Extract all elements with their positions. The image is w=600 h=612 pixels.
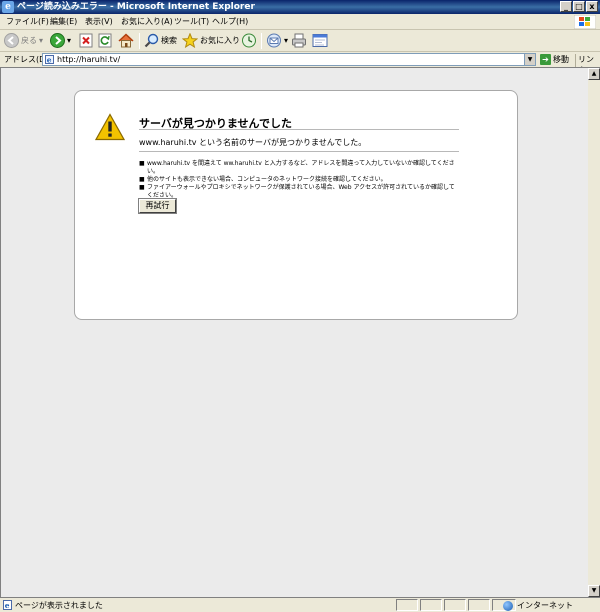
warning-triangle-icon [95,113,125,141]
svg-text:e: e [5,601,10,610]
close-button[interactable]: x [586,1,598,12]
forward-dropdown-icon[interactable]: ▾ [67,36,71,45]
bullet: ■ [139,184,145,191]
mail-button[interactable]: ▾ [266,33,288,48]
list-item: ■ 他のサイトも表示できない場合、コンピュータのネットワーク接続を確認してくださ… [139,176,459,184]
search-icon [144,33,159,48]
stop-icon [79,33,93,48]
list-item: ■ ファイアーウォールやプロキシでネットワークが保護されている場合、Web アク… [139,184,459,200]
minimize-button[interactable]: _ [560,1,572,12]
status-pane [396,599,418,611]
status-bar: e ページが表示されました インターネット [0,597,600,612]
list-item: ■ www.haruhi.tv を間違えて ww.haruhi.tv と入力する… [139,160,459,176]
page-viewport: サーバが見つかりませんでした www.haruhi.tv という名前のサーバが見… [0,67,588,597]
mail-icon [267,33,281,48]
forward-arrow-icon [50,33,65,48]
status-pane [468,599,490,611]
menu-view[interactable]: 表示(V) [85,17,113,27]
mail-dropdown-icon[interactable]: ▾ [284,36,288,45]
menu-file[interactable]: ファイル(F) [6,17,49,27]
address-input[interactable]: e http://haruhi.tv/ ▼ [42,53,536,66]
troubleshooting-list: ■ www.haruhi.tv を間違えて ww.haruhi.tv と入力する… [139,160,459,200]
favorites-button[interactable]: お気に入り [182,33,240,48]
status-pane [420,599,442,611]
back-label: 戻る [21,36,37,45]
refresh-icon [98,33,112,48]
menu-edit[interactable]: 編集(E) [50,17,77,27]
toolbar: 戻る ▾ ▾ 検索 お気に入り ▾ [0,30,600,52]
ie-logo-icon: e [2,1,14,13]
menu-favorites[interactable]: お気に入り(A) [121,17,173,27]
maximize-button[interactable]: □ [573,1,585,12]
go-button[interactable]: ➔ 移動 [540,54,569,65]
page-done-icon: e [3,600,12,610]
page-icon: e [45,55,54,64]
history-icon [242,33,256,48]
print-button[interactable] [291,33,307,48]
go-label: 移動 [553,55,569,64]
stop-button[interactable] [79,33,93,48]
menu-help[interactable]: ヘルプ(H) [212,17,248,27]
edit-button[interactable] [312,33,328,48]
bullet: ■ [139,176,145,183]
status-text: ページが表示されました [15,601,103,610]
error-panel: サーバが見つかりませんでした www.haruhi.tv という名前のサーバが見… [74,90,518,320]
back-button[interactable]: 戻る ▾ [4,33,43,48]
go-arrow-icon: ➔ [540,54,551,65]
status-pane [444,599,466,611]
bullet: ■ [139,160,145,167]
title-bar: e ページ読み込みエラー - Microsoft Internet Explor… [0,0,600,14]
menu-tools[interactable]: ツール(T) [174,17,209,27]
divider [139,129,459,130]
toolbar-separator [261,33,262,49]
address-dropdown-icon[interactable]: ▼ [524,54,535,65]
home-button[interactable] [118,33,134,48]
vertical-scrollbar[interactable]: ▲ ▼ [588,67,600,597]
divider [139,151,459,152]
search-button[interactable]: 検索 [144,33,177,48]
internet-globe-icon [503,600,513,611]
favorites-star-icon [182,33,198,48]
menu-bar: ファイル(F) 編集(E) 表示(V) お気に入り(A) ツール(T) ヘルプ(… [0,14,600,30]
tip-text: ファイアーウォールやプロキシでネットワークが保護されている場合、Web アクセス… [147,184,455,199]
zone-label: インターネット [517,601,573,610]
window-title: ページ読み込みエラー - Microsoft Internet Explorer [17,2,255,12]
tip-text: 他のサイトも表示できない場合、コンピュータのネットワーク接続を確認してください。 [147,176,387,183]
home-icon [118,33,134,48]
edit-page-icon [312,34,328,47]
windows-logo-icon [574,15,596,29]
print-icon [292,33,306,48]
security-zone: インターネット [503,600,573,611]
scroll-down-icon[interactable]: ▼ [588,585,600,597]
back-arrow-icon [4,33,19,48]
error-message: www.haruhi.tv という名前のサーバが見つかりませんでした。 [139,138,367,147]
favorites-label: お気に入り [200,36,240,45]
history-button[interactable] [241,33,257,48]
scroll-up-icon[interactable]: ▲ [588,68,600,80]
toolbar-separator [139,33,140,49]
back-dropdown-icon[interactable]: ▾ [39,36,43,45]
svg-text:e: e [47,55,52,64]
address-bar: アドレス(D) e http://haruhi.tv/ ▼ ➔ 移動 リンク [0,52,600,76]
forward-button[interactable]: ▾ [50,33,71,48]
address-url: http://haruhi.tv/ [57,55,121,64]
refresh-button[interactable] [98,33,112,48]
search-label: 検索 [161,36,177,45]
retry-button[interactable]: 再試行 [139,199,176,213]
tip-text: www.haruhi.tv を間違えて ww.haruhi.tv と入力するなど… [147,160,455,175]
